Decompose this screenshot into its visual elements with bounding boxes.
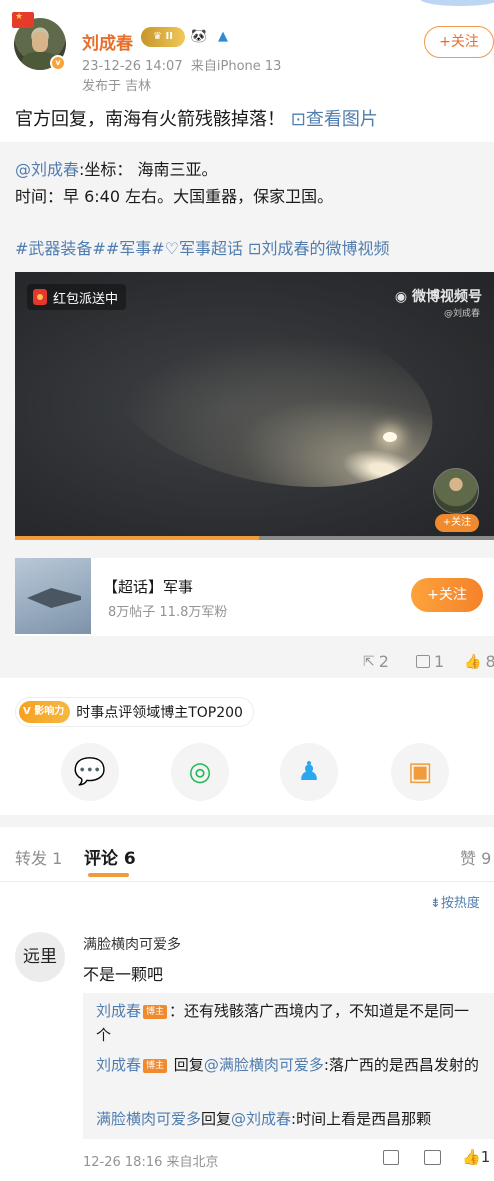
tab-likes[interactable]: 赞 9: [460, 845, 491, 869]
post-meta-line: 23-12-26 14:07 来自iPhone 13: [82, 55, 281, 74]
commenter-avatar[interactable]: 远里: [15, 932, 65, 982]
post-location: 发布于 吉林: [82, 79, 152, 94]
post-device: 来自iPhone 13: [190, 59, 282, 74]
user-badges: ♛ II 🐼 ▲: [141, 27, 233, 47]
thumb-icon: 👍: [462, 1148, 481, 1166]
china-flag-icon: [12, 12, 34, 28]
redpacket-icon: [33, 289, 47, 305]
reply-thread[interactable]: 刘成春 博主 ：还有残骸落广西境内了，不知道是不是同一个 刘成春 博主 回复@满脸横肉…: [83, 993, 494, 1139]
wechat-icon: 💬: [73, 757, 107, 787]
video-progress-fill: [15, 536, 260, 540]
blogger-badge: 博主: [143, 1059, 168, 1073]
watermark-sub: @刘成春: [443, 309, 480, 319]
tab-comments[interactable]: 评论 6: [84, 844, 136, 869]
topic-thumbnail: [15, 558, 91, 634]
verified-icon: v: [50, 55, 66, 71]
view-pictures-link[interactable]: ⊡查看图片: [291, 109, 378, 130]
level-text: II: [165, 31, 173, 42]
moments-share-button[interactable]: ◎: [171, 743, 229, 801]
qq-share-button[interactable]: ♟: [280, 743, 338, 801]
reply-item[interactable]: 刘成春 博主 ：还有残骸落广西境内了，不知道是不是同一个: [96, 999, 481, 1047]
repost-time-line: 时间：早 6:40 左右。大国重器，保家卫国。: [15, 187, 334, 206]
comment-meta: 12-26 18:16 来自北京: [83, 1155, 219, 1170]
redpacket-label: 红包派送中: [53, 291, 119, 307]
watermark-text: 微博视频号: [412, 289, 482, 305]
top-decoration: [420, 0, 494, 6]
comment-reply-icon[interactable]: [424, 1150, 441, 1165]
panda-icon[interactable]: 🐼: [189, 27, 209, 47]
avatar-face: [32, 32, 48, 52]
reply-text: :时间上看是西昌那颗: [291, 1110, 432, 1128]
comment-icon: [416, 655, 430, 668]
topic-stats: 8万帖子 11.8万军粉: [108, 605, 228, 620]
fighter-jet-image: [27, 588, 81, 608]
video-author-avatar[interactable]: [433, 468, 479, 514]
like-icon: 👍: [464, 653, 482, 670]
video-player[interactable]: 红包派送中 ◉ 微博视频号 @刘成春 +关注: [15, 272, 494, 540]
reply-mid: 回复: [201, 1110, 232, 1128]
reply-mid: 回复: [169, 1056, 204, 1074]
share-icon: ⇱: [363, 653, 375, 670]
save-image-button[interactable]: ▣: [391, 743, 449, 801]
comment-action[interactable]: 1: [416, 652, 444, 671]
post-timestamp: 23-12-26 14:07: [82, 59, 183, 74]
sort-by-hot-button[interactable]: ⇟按热度: [430, 892, 480, 911]
tab-reposts[interactable]: 转发 1: [15, 845, 62, 869]
section-divider: [0, 815, 494, 827]
reply-target[interactable]: @刘成春: [231, 1110, 291, 1128]
post-username[interactable]: 刘成春: [82, 29, 133, 54]
topic-title: 【超话】军事: [103, 578, 194, 596]
topic-card[interactable]: 【超话】军事 8万帖子 11.8万军粉 +关注: [15, 558, 494, 636]
hashtag-links[interactable]: #武器装备##军事#♡军事超话 ⊡刘成春的微博视频: [15, 235, 389, 259]
reply-text: :落广西的是西昌发射的: [323, 1056, 479, 1074]
reply-item[interactable]: 刘成春 博主 回复@满脸横肉可爱多:落广西的是西昌发射的: [96, 1053, 481, 1077]
repost-coord-line: @刘成春:坐标： 海南三亚。: [15, 156, 218, 180]
reply-item[interactable]: 满脸横肉可爱多回复@刘成春:时间上看是西昌那颗: [96, 1107, 481, 1131]
reply-author[interactable]: 满脸横肉可爱多: [96, 1110, 201, 1128]
influence-badge[interactable]: V 影响力 时事点评领域博主TOP200: [15, 697, 254, 727]
share-action[interactable]: ⇱ 2: [363, 652, 389, 671]
influence-tag: V 影响力: [19, 701, 71, 723]
topic-follow-button[interactable]: +关注: [411, 578, 483, 612]
comment-count: 1: [434, 652, 445, 671]
reply-author[interactable]: 刘成春: [96, 1002, 141, 1020]
save-image-icon: ▣: [407, 757, 433, 787]
weibo-video-watermark: ◉ 微博视频号: [394, 289, 482, 305]
reply-target[interactable]: @满脸横肉可爱多: [204, 1056, 324, 1074]
mountain-icon[interactable]: ▲: [213, 27, 233, 47]
tab-divider: [0, 881, 494, 882]
influence-text: 时事点评领域博主TOP200: [76, 705, 243, 721]
blogger-badge: 博主: [143, 1005, 168, 1019]
redpacket-badge[interactable]: 红包派送中: [27, 284, 127, 310]
reply-author[interactable]: 刘成春: [96, 1056, 141, 1074]
comment-like-button[interactable]: 👍1: [462, 1148, 490, 1166]
comment-share-icon[interactable]: [383, 1150, 399, 1165]
post-title-text: 官方回复，南海有火箭残骸掉落！: [15, 109, 285, 130]
mention-link[interactable]: @刘成春: [15, 160, 79, 179]
commenter-username[interactable]: 满脸横肉可爱多: [83, 934, 181, 954]
share-count: 2: [378, 652, 389, 671]
follow-button[interactable]: +关注: [424, 26, 494, 58]
coord-text: :坐标： 海南三亚。: [79, 160, 218, 179]
moments-icon: ◎: [188, 757, 212, 787]
rocket-light: [383, 432, 397, 442]
post-title: 官方回复，南海有火箭残骸掉落！ ⊡查看图片: [15, 105, 378, 131]
like-count: 8: [485, 652, 494, 671]
wechat-share-button[interactable]: 💬: [61, 743, 119, 801]
crown-level-badge[interactable]: ♛ II: [141, 27, 185, 47]
active-tab-indicator: [88, 873, 129, 877]
comment-like-count: 1: [480, 1148, 491, 1166]
comment-text: 不是一颗吧: [83, 965, 164, 984]
like-action[interactable]: 👍 8: [464, 652, 494, 671]
qq-icon: ♟: [297, 757, 321, 787]
rocket-plume: [90, 279, 450, 515]
video-follow-button[interactable]: +关注: [435, 514, 479, 532]
